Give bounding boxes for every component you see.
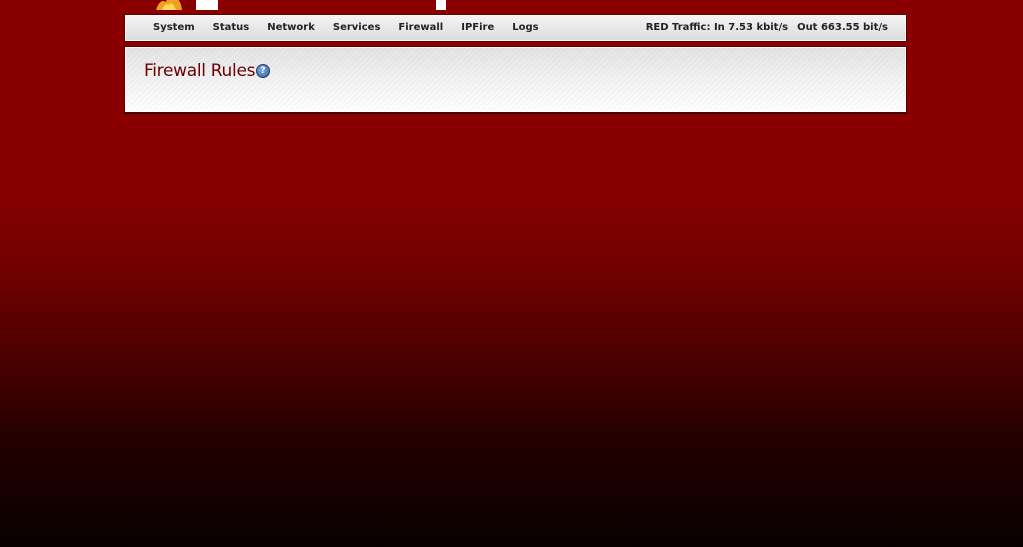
- red-traffic-indicator: RED Traffic: In 7.53 kbit/s Out 663.55 bi…: [646, 15, 888, 41]
- traffic-in: RED Traffic: In 7.53 kbit/s: [645, 22, 789, 33]
- nav-item-network[interactable]: Network: [258, 15, 324, 41]
- logo-text-fragment: [436, 0, 446, 10]
- content-panel: Firewall Rules ?: [124, 46, 907, 113]
- traffic-out: Out 663.55 bit/s: [797, 22, 888, 33]
- header-logo-strip: [124, 0, 907, 14]
- nav-item-system[interactable]: System: [144, 15, 204, 41]
- page-title: Firewall Rules: [144, 61, 256, 81]
- help-icon[interactable]: ?: [256, 64, 270, 78]
- nav-item-firewall[interactable]: Firewall: [389, 15, 452, 41]
- main-navbar: System Status Network Services Firewall …: [124, 14, 907, 42]
- nav-item-services[interactable]: Services: [324, 15, 390, 41]
- nav-item-ipfire[interactable]: IPFire: [452, 15, 503, 41]
- nav-menu: System Status Network Services Firewall …: [144, 15, 548, 41]
- ipfire-logo-icon: [156, 0, 182, 10]
- nav-item-status[interactable]: Status: [204, 15, 259, 41]
- logo-text-fragment: [196, 0, 218, 10]
- nav-item-logs[interactable]: Logs: [503, 15, 547, 41]
